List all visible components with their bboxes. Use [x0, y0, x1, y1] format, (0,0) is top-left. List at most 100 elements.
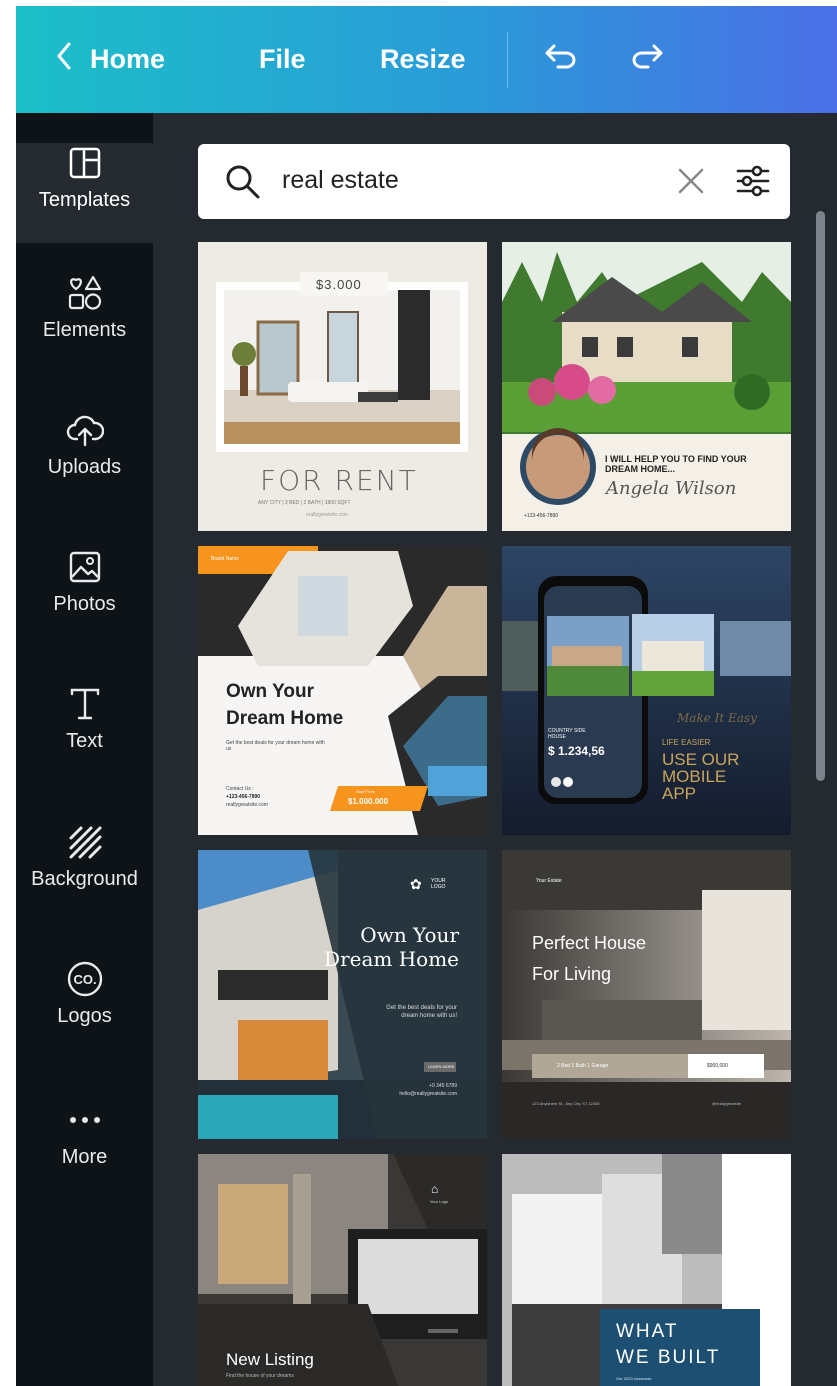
template-brand: Your Estate — [536, 878, 562, 884]
search-icon — [224, 163, 262, 206]
logos-badge-text: CO. — [73, 972, 96, 987]
template-sub: Get the best deals for your dream home w… — [226, 740, 325, 752]
chevron-left-icon — [56, 42, 72, 77]
template-contact-site: reallygreatsite.com — [226, 802, 268, 808]
sidebar-item-label: Text — [66, 730, 103, 752]
sidebar-item-text[interactable]: Text — [16, 684, 153, 753]
sidebar-item-label: Elements — [42, 319, 127, 341]
search-input[interactable]: real estate — [282, 166, 399, 195]
template-sub: Find the house of your dreams — [226, 1373, 294, 1379]
sidebar-item-label: More — [61, 1146, 108, 1168]
sidebar: Templates Elements Uploads Photos Text B… — [16, 113, 153, 1386]
template-title-2: Dream Home — [226, 708, 344, 729]
editor-app: Home File Resize Templates Elements Uplo… — [16, 6, 837, 1386]
sidebar-item-logos[interactable]: CO. Logos — [16, 959, 153, 1028]
template-title-2: WE BUILT — [616, 1347, 721, 1368]
template-card[interactable]: ✿ YOUR LOGO Own Your Dream Home Get the … — [198, 850, 487, 1139]
sidebar-item-background[interactable]: Background — [16, 822, 153, 891]
template-logo: YOUR LOGO — [431, 878, 446, 890]
scrollbar-thumb[interactable] — [816, 211, 825, 781]
template-brand: Brand Name — [211, 556, 240, 562]
template-title-2: For Living — [532, 964, 612, 984]
template-price: $3.000 — [316, 277, 362, 292]
sidebar-item-label: Templates — [38, 189, 131, 211]
sidebar-item-more[interactable]: More — [16, 1100, 153, 1169]
sidebar-item-label: Uploads — [47, 456, 122, 478]
template-cta-3: APP — [662, 784, 697, 803]
template-sub-1: Get the best deals for your — [386, 1005, 457, 1011]
template-title-1: Perfect House — [532, 933, 647, 953]
template-title: FOR RENT — [260, 464, 418, 497]
template-cta-1: USE OUR — [662, 750, 740, 769]
template-price-label: Start From — [356, 789, 375, 794]
home-button[interactable]: Home — [56, 6, 165, 113]
template-price: $900,000 — [707, 1063, 728, 1069]
template-price: $ 1.234,56 — [548, 744, 605, 758]
template-phone: +123-456-7890 — [524, 513, 559, 519]
template-logo: Your Logo — [430, 1199, 449, 1204]
template-title: New Listing — [226, 1350, 314, 1369]
text-icon — [65, 684, 105, 724]
template-site: reallygreatsite.com — [306, 512, 348, 518]
template-title-1: Own Your — [226, 681, 314, 702]
template-title-1: Own Your — [360, 923, 459, 947]
template-phone: +0 345 6789 — [429, 1083, 457, 1089]
template-features: 2 Bed 1 Bath 1 Garage — [557, 1063, 609, 1069]
template-script: Make It Easy — [677, 711, 757, 725]
template-card-label: COUNTRY SIDE HOUSE — [548, 728, 586, 740]
template-card[interactable]: Your Estate Perfect House For Living 2 B… — [502, 850, 791, 1139]
template-card[interactable]: COUNTRY SIDE HOUSE $ 1.234,56 Make It Ea… — [502, 546, 791, 835]
template-contact-label: Contact Us : — [226, 786, 254, 792]
template-logo-icon: ⌂ — [431, 1182, 439, 1196]
redo-icon — [630, 42, 664, 77]
template-contact-phone: +123-456-7890 — [226, 794, 261, 800]
top-bar: Home File Resize — [16, 6, 837, 113]
template-sub: Our 2023 showcase — [616, 1376, 652, 1381]
more-dots-icon — [65, 1100, 105, 1140]
template-card[interactable]: WHAT WE BUILT Our 2023 showcase — [502, 1154, 791, 1386]
undo-button[interactable] — [544, 6, 578, 113]
template-card[interactable]: ⌂ Your Logo New Listing Find the house o… — [198, 1154, 487, 1386]
template-logo-icon: ✿ — [410, 876, 422, 892]
template-headline: I WILL HELP YOU TO FIND YOUR DREAM HOME.… — [605, 454, 747, 474]
template-title-2: Dream Home — [324, 947, 459, 971]
sidebar-item-templates[interactable]: Templates — [16, 143, 153, 243]
close-icon[interactable] — [676, 166, 706, 201]
redo-button[interactable] — [630, 6, 664, 113]
template-thumbnail — [502, 850, 791, 1139]
template-signature: Angela Wilson — [606, 478, 737, 499]
sidebar-item-label: Photos — [53, 593, 116, 615]
template-card[interactable]: $3.000 FOR RENT ANY CITY | 2 BED | 2 BAT… — [198, 242, 487, 531]
sidebar-item-label: Background — [31, 868, 138, 890]
template-email: hello@reallygreatsite.com — [399, 1091, 457, 1097]
sidebar-item-uploads[interactable]: Uploads — [16, 410, 153, 479]
home-label: Home — [90, 44, 166, 74]
template-price: $1.000.000 — [348, 797, 389, 806]
template-title-1: WHAT — [616, 1321, 679, 1342]
filter-sliders-icon[interactable] — [735, 163, 771, 204]
upload-cloud-icon — [65, 410, 105, 450]
template-card[interactable]: I WILL HELP YOU TO FIND YOUR DREAM HOME.… — [502, 242, 791, 531]
template-sub-2: dream home with us! — [401, 1013, 457, 1019]
search-bar[interactable]: real estate — [198, 144, 790, 219]
background-stripes-icon — [65, 822, 105, 862]
template-cta-2: MOBILE — [662, 767, 727, 786]
file-menu-button[interactable]: File — [259, 6, 306, 113]
sidebar-item-photos[interactable]: Photos — [16, 547, 153, 616]
logo-co-icon: CO. — [65, 959, 105, 999]
photo-icon — [65, 547, 105, 587]
template-button: LEARN MORE — [428, 1064, 455, 1069]
template-handle: @reallygreatsite — [712, 1101, 741, 1106]
template-thumbnail — [502, 546, 791, 835]
template-card[interactable]: Brand Name Own Your Dream Home Get the b… — [198, 546, 487, 835]
resize-button[interactable]: Resize — [380, 6, 466, 113]
sidebar-item-elements[interactable]: Elements — [16, 273, 153, 342]
undo-icon — [544, 42, 578, 77]
template-address: 123 Anywhere St., Any City, ST 12345 — [532, 1101, 600, 1106]
template-tagline: LIFE EASIER — [662, 738, 711, 747]
templates-icon — [65, 143, 105, 183]
sidebar-item-label: Logos — [57, 1005, 112, 1027]
template-details: ANY CITY | 2 BED | 2 BATH | 1800 SQFT — [258, 500, 351, 506]
elements-icon — [65, 273, 105, 313]
toolbar-divider — [507, 32, 508, 88]
